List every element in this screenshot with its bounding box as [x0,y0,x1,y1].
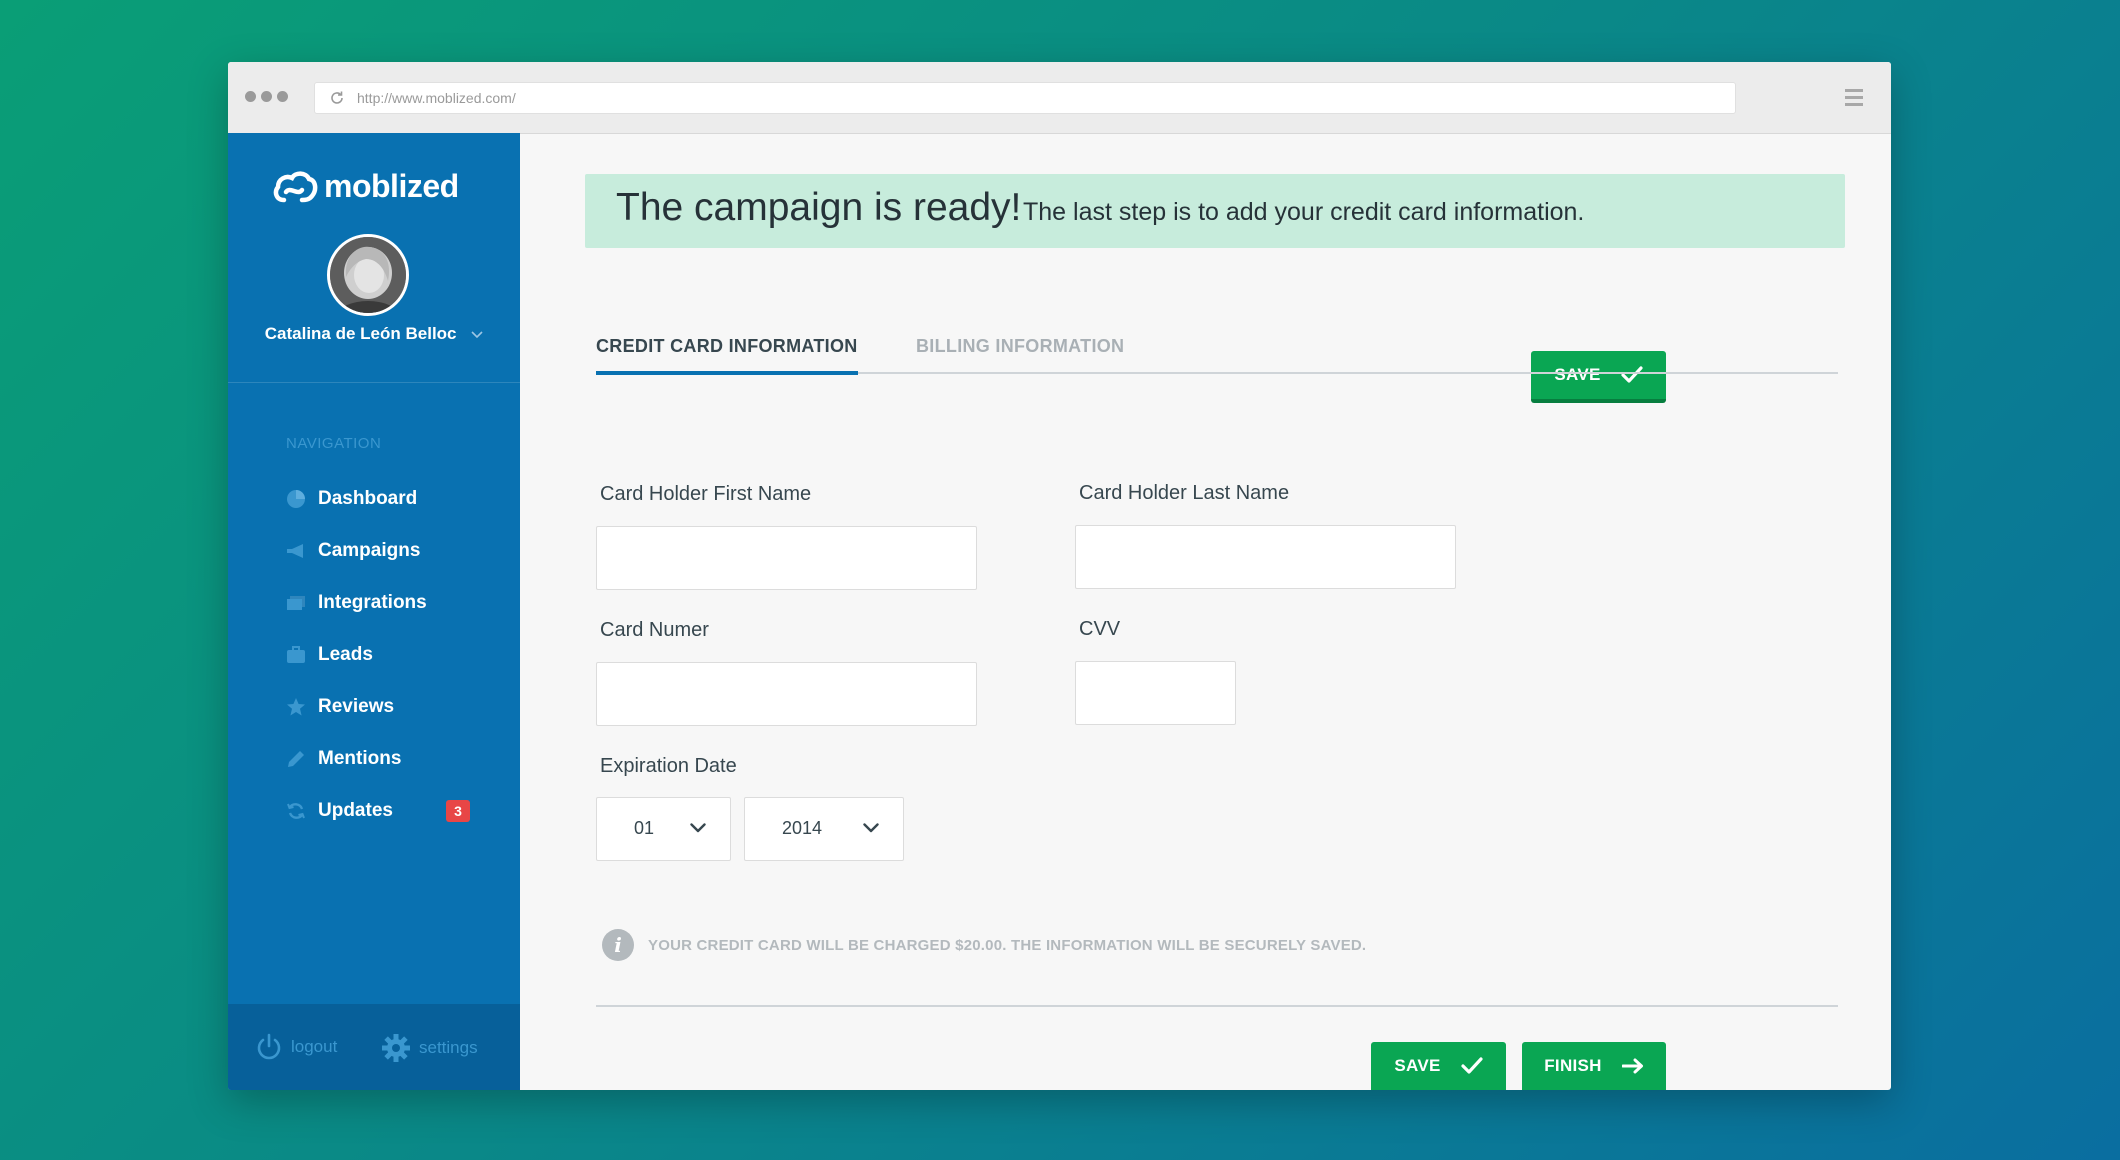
expiration-date-label: Expiration Date [600,755,737,777]
window-dot[interactable] [261,91,272,102]
refresh-icon [286,801,306,821]
logout-label: logout [291,1037,338,1056]
browser-window: http://www.moblized.com/ moblized Catali… [228,62,1891,1090]
nav-heading: NAVIGATION [286,435,382,452]
settings-label: settings [419,1038,478,1057]
megaphone-icon [286,541,306,561]
cvv-label: CVV [1079,618,1121,640]
sidebar-item-campaigns[interactable]: Campaigns [286,525,516,577]
banner-title: The campaign is ready! [616,186,1022,229]
last-name-label: Card Holder Last Name [1079,482,1290,504]
card-number-field[interactable] [596,662,977,726]
sidebar-item-label: Reviews [318,696,395,717]
sidebar-item-label: Campaigns [318,540,421,561]
brand-logo[interactable]: moblized [272,168,459,205]
nav-list: Dashboard Campaigns Integrations Leads R… [286,473,516,837]
gear-icon [382,1034,410,1062]
reload-icon[interactable] [329,90,345,106]
user-menu[interactable]: Catalina de León Belloc [228,324,520,344]
exp-year-select[interactable]: 2014 [744,797,904,861]
exp-year-value: 2014 [782,818,823,838]
finish-button-label: FINISH [1544,1056,1602,1075]
sidebar-item-label: Updates [318,800,393,821]
arrow-right-icon [1621,1058,1643,1074]
window-dot[interactable] [245,91,256,102]
sidebar-item-label: Leads [318,644,373,665]
form-divider [596,1005,1838,1007]
window-controls [245,91,288,102]
user-name: Catalina de León Belloc [264,324,457,343]
pie-chart-icon [286,489,306,509]
charge-notice: i YOUR CREDIT CARD WILL BE CHARGED $20.0… [602,929,1366,961]
sidebar-item-reviews[interactable]: Reviews [286,681,516,733]
window-dot[interactable] [277,91,288,102]
hamburger-menu-icon[interactable] [1845,89,1863,106]
url-text: http://www.moblized.com/ [357,90,516,106]
cloud-logo-icon [273,170,318,202]
pencil-icon [286,749,306,769]
banner-subtitle: The last step is to add your credit card… [1023,198,1585,226]
save-button[interactable]: SAVE [1371,1042,1506,1090]
chevron-down-icon [471,330,483,338]
sidebar-item-label: Mentions [318,748,402,769]
sidebar-item-label: Dashboard [318,488,418,509]
first-name-label: Card Holder First Name [600,483,812,505]
exp-month-select[interactable]: 01 [596,797,731,861]
star-icon [286,697,306,717]
sidebar-item-dashboard[interactable]: Dashboard [286,473,516,525]
sidebar-item-leads[interactable]: Leads [286,629,516,681]
layers-icon [286,593,306,613]
first-name-field[interactable] [596,526,977,590]
sidebar-item-updates[interactable]: Updates 3 [286,785,516,837]
last-name-field[interactable] [1075,525,1456,589]
brand-name: moblized [324,168,459,204]
browser-chrome: http://www.moblized.com/ [228,62,1891,134]
charge-notice-text: YOUR CREDIT CARD WILL BE CHARGED $20.00.… [648,936,1367,954]
card-number-label: Card Numer [600,619,709,641]
finish-button[interactable]: FINISH [1522,1042,1666,1090]
sidebar-item-integrations[interactable]: Integrations [286,577,516,629]
avatar[interactable] [327,234,409,316]
briefcase-icon [286,645,306,665]
sidebar-item-label: Integrations [318,592,427,613]
main-content: The campaign is ready! The last step is … [520,133,1891,1090]
sidebar-item-mentions[interactable]: Mentions [286,733,516,785]
address-bar[interactable]: http://www.moblized.com/ [314,82,1736,114]
sidebar-divider [228,382,520,383]
tab-credit-card-information[interactable]: CREDIT CARD INFORMATION [596,336,858,375]
chevron-down-icon [690,823,706,833]
chevron-down-icon [863,823,879,833]
power-icon [257,1033,281,1060]
avatar-photo [330,237,406,313]
save-button-label: SAVE [1394,1056,1441,1075]
settings-link[interactable]: settings [381,1033,478,1063]
cvv-field[interactable] [1075,661,1236,725]
sidebar: moblized Catalina de León Belloc NAVIGAT… [228,133,520,1090]
checkmark-icon [1461,1057,1483,1074]
tab-billing-information[interactable]: BILLING INFORMATION [916,336,1124,357]
exp-month-value: 01 [634,818,655,838]
info-icon: i [602,929,634,961]
header-divider [520,133,1812,134]
tab-bar: CREDIT CARD INFORMATION BILLING INFORMAT… [596,330,1838,375]
updates-count-badge: 3 [446,800,470,822]
sidebar-footer: logout settings [228,1004,520,1090]
logout-link[interactable]: logout [255,1033,337,1061]
success-banner: The campaign is ready! The last step is … [585,174,1845,248]
